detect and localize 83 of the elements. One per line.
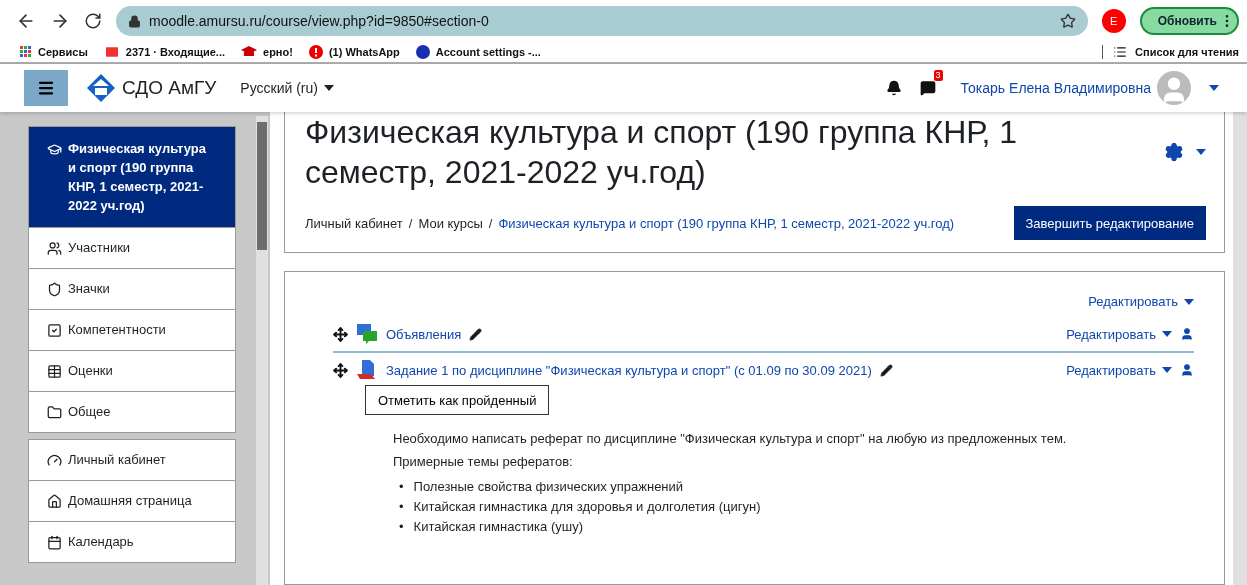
edit-menu-link[interactable]: Редактировать [1088,294,1194,309]
update-button[interactable]: Обновить [1139,7,1239,35]
description-text: Примерные темы рефератов: [393,454,574,469]
nav-item-icon [47,535,62,550]
star-icon[interactable] [1059,13,1076,29]
caret-icon [1184,298,1194,305]
bookmark[interactable]: Account settings -... [415,45,541,59]
topic-item: Китайская гимнастика для здоровья и долголетия (цигун) [413,498,761,516]
finish-editing-button[interactable]: Завершить редактирование [1013,206,1206,240]
messages-icon[interactable] [919,80,936,96]
course-title: Физическая культура и спорт (190 группа КНР, 1 семестр, 2021-2022 уч.год) [305,113,1019,192]
breadcrumb-link[interactable]: Мои курсы [418,215,483,231]
reload-icon[interactable] [84,12,102,30]
document-icon [356,359,378,381]
activity-link[interactable]: Объявления [386,326,462,342]
caret-icon [1162,331,1172,337]
settings-icon[interactable] [1164,142,1184,162]
menu-icon [37,79,55,97]
url-text: moodle.amursu.ru/course/view.php?id=9850#section-0 [149,13,490,29]
graduation-cap-icon [241,46,258,58]
nav-item-icon [47,282,62,297]
nav-item[interactable]: Личный кабинет [28,439,236,481]
lock-icon [128,14,141,28]
nav-item[interactable]: Общее [28,392,236,433]
topic-item: Полезные свойства физических упражнений [413,478,684,496]
message-count: 3 [933,70,943,81]
move-icon[interactable] [333,362,348,378]
topic-item: Китайская гимнастика (ушу) [413,518,584,536]
notifications-icon[interactable] [885,80,902,96]
breadcrumb-link[interactable]: Личный кабинет [305,215,403,231]
nav-item[interactable]: Физическая культура и спорт (190 группа КНР, 1 семестр, 2021-2022 уч.год) [28,126,236,228]
page-scrollbar[interactable] [1233,112,1247,585]
breadcrumb-separator: / [488,215,493,231]
mark-complete-button[interactable]: Отметить как пройденный [365,385,550,415]
profile-avatar[interactable]: E [1101,9,1126,33]
edit-menu-link[interactable]: Редактировать [1066,326,1172,342]
nav-item[interactable]: Домашняя страница [28,481,236,522]
bullet: • [399,518,404,536]
logo-icon [86,73,116,103]
bookmark[interactable]: ерно! [241,46,293,58]
nav-item-icon [47,453,62,468]
bookmark[interactable]: 2371 · Входящие... [103,44,226,60]
chat-bubbles-icon [356,323,378,345]
nav-item-icon [47,323,62,338]
nav-item[interactable]: Участники [28,228,236,269]
nav-item-icon [47,405,62,420]
nav-item[interactable]: Оценки [28,351,236,392]
breadcrumb-link[interactable]: Физическая культура и спорт (190 группа КНР, 1 семестр, 2021-2022 уч.год) [498,215,955,231]
address-bar[interactable]: moodle.amursu.ru/course/view.php?id=9850#section-0 [116,6,1088,36]
nav-item[interactable]: Значки [28,269,236,310]
bookmark[interactable]: Сервисы [20,46,88,58]
nav-item[interactable]: Компетентности [28,310,236,351]
site-logo-link[interactable]: СДО АмГУ [86,73,217,103]
bullet: • [399,498,404,516]
settings-caret-icon [1196,149,1206,155]
alert-icon [308,45,323,59]
breadcrumb-separator: / [408,215,413,231]
user-menu-caret-icon [1209,85,1219,91]
pencil-icon[interactable] [469,327,483,341]
sidebar-scrollbar[interactable] [256,116,268,585]
bullet: • [399,478,404,496]
nav-item-icon [47,142,62,157]
description-text: Необходимо написать реферат по дисциплине "Физическая культура и спорт" на любую из предложенных тем. [393,431,1068,446]
nav-item-icon [47,494,62,509]
user-icon[interactable] [1180,363,1194,377]
nav-item[interactable]: Календарь [28,522,236,563]
edit-menu-link[interactable]: Редактировать [1066,362,1172,378]
bookmark[interactable]: (1) WhatsApp [308,45,400,59]
pencil-icon[interactable] [879,363,893,377]
reading-list-link[interactable]: Список для чтения [1102,45,1239,59]
menu-button[interactable] [24,70,68,106]
user-icon[interactable] [1180,327,1194,341]
caret-icon [323,85,334,91]
language-menu[interactable]: Русский (ru) [240,80,334,96]
grid-icon [20,46,32,58]
list-icon [1113,45,1128,59]
user-name[interactable]: Токарь Елена Владимировна [960,80,1151,96]
nav-item-icon [47,364,62,379]
activity-link[interactable]: Задание 1 по дисциплине "Физическая культура и спорт" (с 01.09 по 30.09 2021) [386,362,872,378]
move-icon[interactable] [333,326,348,342]
circle-logo-icon [415,45,430,59]
caret-icon [1162,367,1172,373]
nav-item-icon [47,241,62,256]
